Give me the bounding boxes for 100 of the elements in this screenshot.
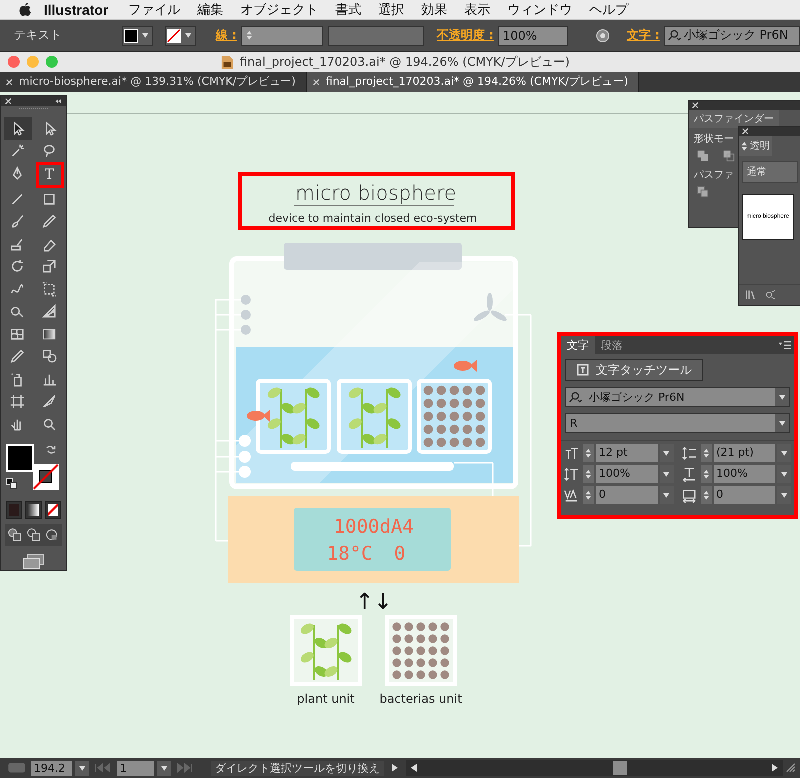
panel-tab[interactable]: 文字 — [561, 336, 595, 354]
menu-item[interactable]: 書式 — [336, 0, 362, 18]
divide-icon[interactable] — [697, 186, 709, 198]
document-tab[interactable]: final_project_170203.ai* @ 194.26% (CMYK/プレビュー) — [306, 72, 640, 92]
blob-brush-icon[interactable] — [10, 236, 25, 252]
shape-builder-icon[interactable] — [10, 304, 25, 320]
swap-arrows-icon[interactable] — [45, 444, 57, 456]
touch-type-icon[interactable] — [576, 363, 590, 377]
close-icon[interactable] — [5, 98, 12, 104]
gradient-icon[interactable] — [42, 326, 57, 342]
menu-item[interactable]: ウィンドウ — [508, 0, 573, 18]
scroll-left-icon[interactable] — [410, 763, 418, 773]
stepper-arrows-icon[interactable] — [585, 468, 592, 480]
value-field[interactable]: 0 — [714, 486, 775, 504]
menu-icon[interactable] — [779, 340, 791, 350]
value-field[interactable]: 100% — [714, 465, 775, 483]
recolor-icon[interactable] — [594, 28, 611, 44]
stepper[interactable] — [700, 486, 712, 504]
pen-nib-icon[interactable] — [10, 166, 25, 181]
stepper-arrows-icon[interactable] — [702, 448, 710, 458]
fill-swatch[interactable] — [122, 26, 153, 46]
brush-icon[interactable] — [10, 214, 25, 230]
value-field[interactable]: (21 pt) — [714, 444, 775, 462]
dropdown-button[interactable] — [660, 465, 674, 483]
magnifier-icon[interactable] — [42, 416, 57, 432]
stepper[interactable] — [700, 444, 712, 462]
caret-icon[interactable] — [663, 492, 670, 498]
stepper-arrows-icon[interactable] — [702, 490, 710, 500]
resize-grip-icon[interactable] — [786, 763, 796, 773]
tool-button[interactable] — [4, 117, 32, 140]
caret-icon[interactable] — [780, 450, 788, 456]
caret-icon[interactable] — [185, 33, 192, 38]
no-color-icon[interactable] — [167, 28, 181, 42]
stepper-arrows-icon[interactable] — [702, 468, 710, 480]
dropdown-button[interactable] — [777, 444, 791, 462]
caret-icon[interactable] — [160, 766, 168, 770]
minus-front-icon[interactable] — [723, 150, 735, 162]
caret-icon[interactable] — [663, 472, 670, 476]
value-field[interactable]: 0 — [596, 486, 658, 504]
menu-item[interactable]: ヘルプ — [590, 0, 629, 18]
collapse-icon[interactable] — [55, 98, 62, 104]
caret-icon[interactable] — [778, 420, 786, 426]
dropdown-button[interactable] — [660, 486, 674, 504]
opacity-label[interactable]: 不透明度 : — [436, 27, 494, 44]
stroke-color-swatch[interactable] — [33, 464, 59, 490]
menu-item[interactable]: 編集 — [198, 0, 224, 18]
lasso-icon[interactable] — [42, 143, 57, 158]
color-mode-button[interactable] — [6, 500, 22, 518]
close-icon[interactable] — [692, 102, 699, 109]
pencil-icon[interactable] — [42, 214, 57, 230]
panel-tab[interactable]: 段落 — [595, 336, 629, 354]
free-transform-icon[interactable] — [42, 282, 57, 297]
stepper-arrows-icon[interactable] — [585, 448, 592, 458]
blend-mode-dropdown[interactable]: 通常 — [742, 161, 798, 183]
gradient-mode-button[interactable] — [25, 500, 42, 518]
play-icon[interactable] — [390, 763, 400, 773]
default-colors-icon[interactable] — [6, 478, 18, 490]
close-icon[interactable] — [6, 78, 13, 86]
stepper[interactable] — [700, 465, 712, 483]
library-icon[interactable] — [745, 289, 757, 301]
touch-type-button[interactable]: 文字タッチツール — [565, 359, 703, 381]
perspective-grid-icon[interactable] — [42, 304, 57, 320]
caret-icon[interactable] — [78, 766, 86, 770]
menu-item[interactable]: 表示 — [464, 0, 491, 18]
blend-icon[interactable] — [42, 349, 57, 364]
menu-item[interactable]: 効果 — [422, 0, 448, 18]
value-field[interactable]: 100% — [596, 465, 658, 483]
scroll-right-icon[interactable] — [771, 763, 779, 773]
stroke-weight-field[interactable] — [240, 26, 323, 46]
menu-item[interactable]: オブジェクト — [240, 0, 319, 18]
unite-icon[interactable] — [697, 150, 709, 162]
opacity-field[interactable]: 100% — [498, 26, 568, 46]
dropdown-button[interactable] — [775, 388, 789, 406]
knife-icon[interactable] — [42, 394, 57, 410]
draw-normal-icon[interactable] — [7, 526, 23, 542]
character-label[interactable]: 文字 : — [626, 27, 660, 44]
scale-icon[interactable] — [42, 259, 57, 274]
rectangle-icon[interactable] — [42, 192, 57, 207]
stepper-arrows-icon[interactable] — [585, 490, 592, 500]
caret-icon[interactable] — [780, 492, 788, 498]
dropdown-button[interactable] — [75, 760, 89, 776]
rotate-icon[interactable] — [10, 259, 25, 274]
page-field[interactable]: 1 — [117, 760, 154, 776]
value-field[interactable]: 12 pt — [596, 444, 658, 462]
stepper[interactable] — [583, 465, 594, 483]
app-menu[interactable]: Illustrator — [44, 2, 109, 18]
artboard-icon[interactable] — [10, 394, 25, 410]
dropdown-button[interactable] — [777, 486, 791, 504]
dropdown-button[interactable] — [775, 414, 789, 432]
dropdown-button[interactable] — [660, 444, 674, 462]
search-icon[interactable] — [569, 392, 582, 402]
dropdown-button[interactable] — [777, 465, 791, 483]
zoom-field[interactable]: 194.2 — [31, 760, 72, 776]
scrollbar-thumb[interactable] — [613, 761, 627, 775]
stroke-label[interactable]: 線 : — [216, 27, 237, 44]
close-icon[interactable] — [742, 128, 749, 135]
caret-icon[interactable] — [780, 472, 788, 476]
line-icon[interactable] — [10, 192, 25, 207]
caret-icon[interactable] — [142, 33, 149, 38]
stroke-swatch[interactable] — [165, 26, 196, 46]
